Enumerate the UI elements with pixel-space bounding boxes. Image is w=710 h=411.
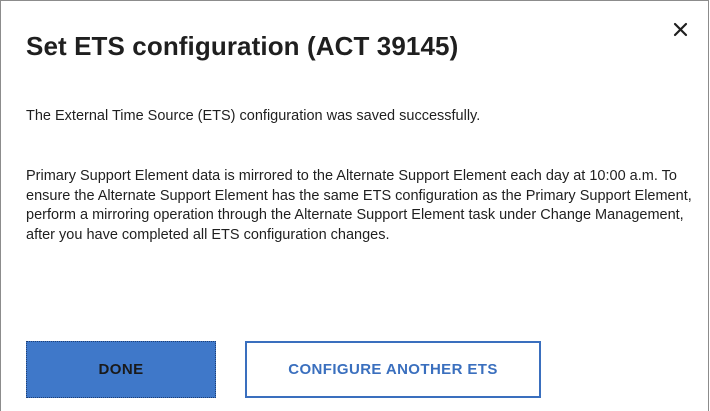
configure-another-ets-button[interactable]: CONFIGURE ANOTHER ETS <box>245 341 541 398</box>
close-icon[interactable] <box>670 19 692 41</box>
success-message: The External Time Source (ETS) configura… <box>26 108 481 124</box>
ets-config-dialog: Set ETS configuration (ACT 39145) The Ex… <box>0 0 709 411</box>
dialog-title: Set ETS configuration (ACT 39145) <box>26 31 459 61</box>
mirroring-info-paragraph: Primary Support Element data is mirrored… <box>26 168 692 243</box>
done-button[interactable]: DONE <box>26 341 216 398</box>
